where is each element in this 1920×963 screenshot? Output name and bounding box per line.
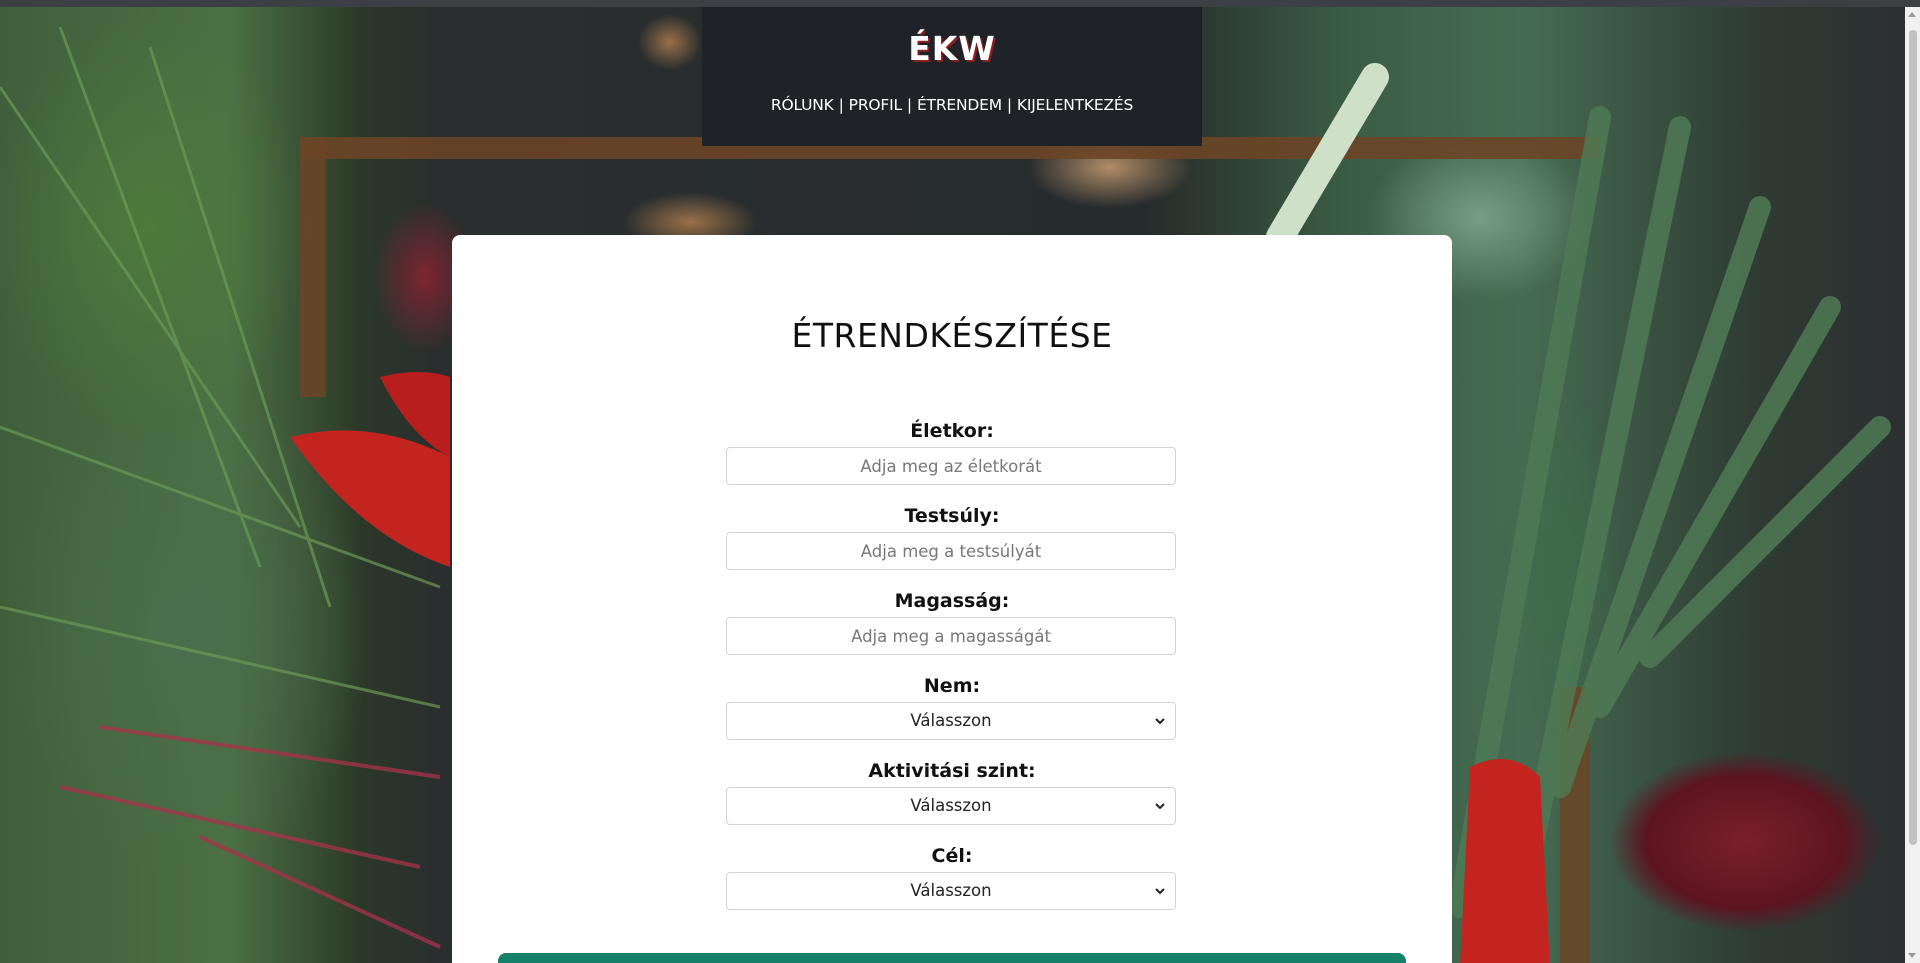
age-label: Életkor: <box>910 420 994 442</box>
activity-select[interactable]: Válasszon <box>726 787 1176 825</box>
site-header: ÉKW RÓLUNK | PROFIL | ÉTRENDEM | KIJELENTKEZÉS <box>702 7 1202 146</box>
age-input[interactable] <box>726 447 1176 485</box>
scroll-down-arrow-icon[interactable] <box>1908 953 1916 958</box>
gender-select[interactable]: Válasszon <box>726 702 1176 740</box>
nav-separator: | <box>906 96 912 114</box>
goal-label: Cél: <box>931 845 973 867</box>
goal-select[interactable]: Válasszon <box>726 872 1176 910</box>
browser-top-strip <box>0 0 1920 7</box>
site-logo[interactable]: ÉKW <box>702 29 1202 68</box>
scroll-up-arrow-icon[interactable] <box>1908 12 1916 17</box>
goal-select-value: Válasszon <box>910 881 992 900</box>
page-scrollbar[interactable] <box>1905 7 1920 963</box>
nav-link-logout[interactable]: KIJELENTKEZÉS <box>1017 96 1133 114</box>
gender-select-value: Válasszon <box>910 711 992 730</box>
weight-label: Testsúly: <box>904 505 1000 527</box>
main-nav: RÓLUNK | PROFIL | ÉTRENDEM | KIJELENTKEZÉS <box>702 96 1202 114</box>
nav-link-about[interactable]: RÓLUNK <box>771 96 834 114</box>
scrollbar-thumb[interactable] <box>1909 30 1917 845</box>
nav-separator: | <box>838 96 844 114</box>
chevron-down-icon <box>1155 888 1165 895</box>
nav-separator: | <box>1006 96 1012 114</box>
height-label: Magasság: <box>894 590 1010 612</box>
form-title: ÉTRENDKÉSZÍTÉSE <box>791 316 1113 355</box>
nav-link-profile[interactable]: PROFIL <box>849 96 902 114</box>
chevron-down-icon <box>1155 718 1165 725</box>
activity-label: Aktivitási szint: <box>868 760 1036 782</box>
height-input[interactable] <box>726 617 1176 655</box>
gender-label: Nem: <box>923 675 981 697</box>
chevron-down-icon <box>1155 803 1165 810</box>
submit-button[interactable] <box>498 953 1406 963</box>
page: ÉKW RÓLUNK | PROFIL | ÉTRENDEM | KIJELENTKEZÉS… <box>0 0 1920 963</box>
weight-input[interactable] <box>726 532 1176 570</box>
activity-select-value: Válasszon <box>910 796 992 815</box>
nav-link-diet[interactable]: ÉTRENDEM <box>917 96 1002 114</box>
